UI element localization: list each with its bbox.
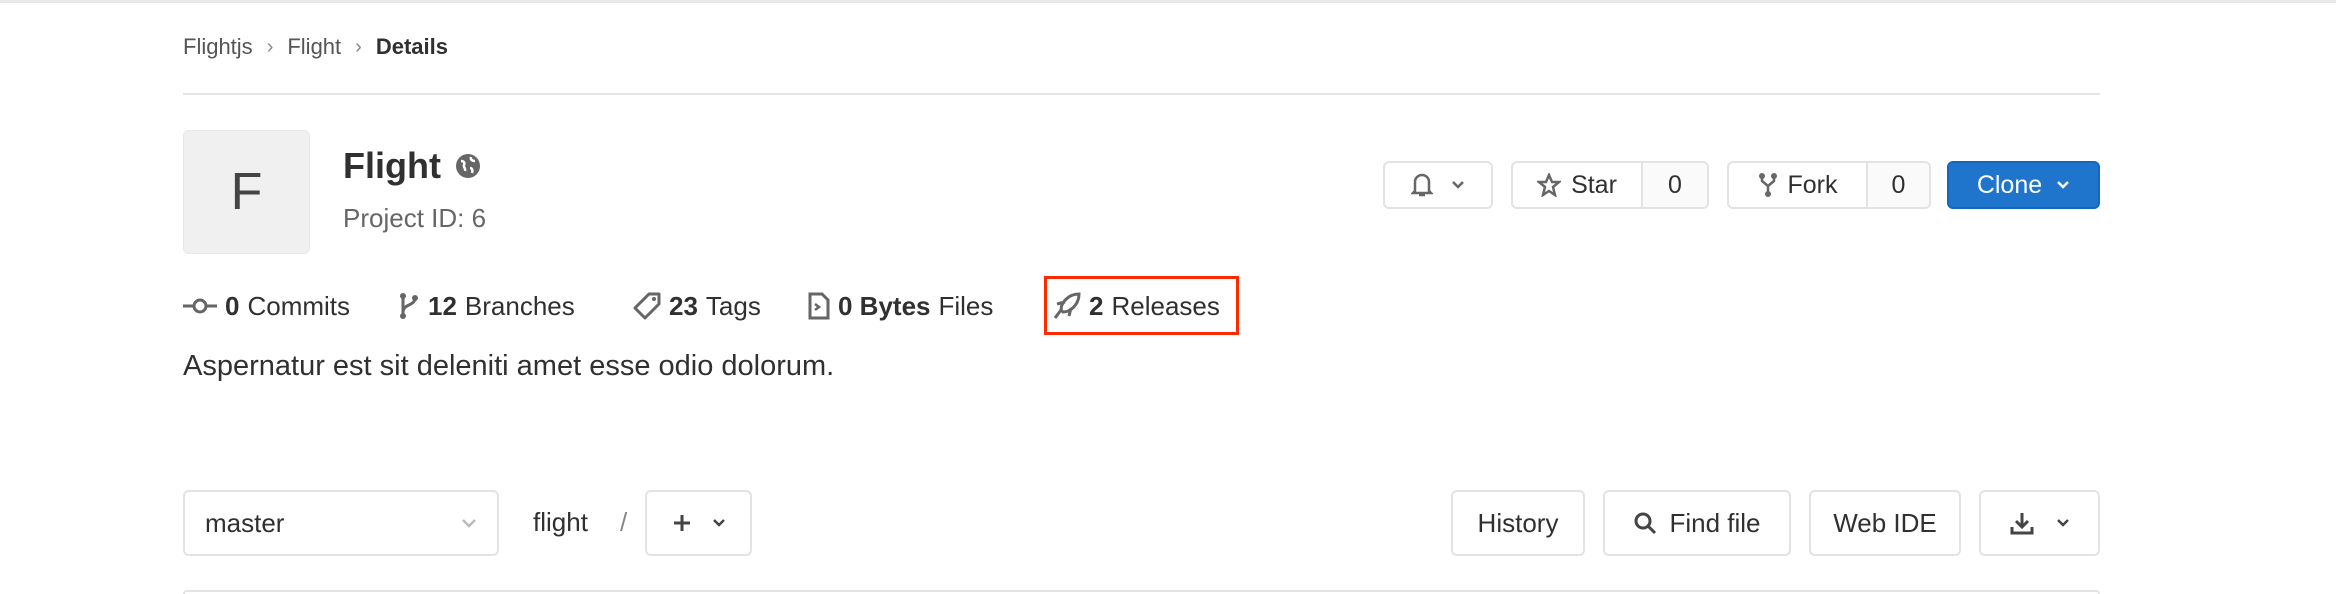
breadcrumb: Flightjs › Flight › Details — [183, 34, 448, 60]
chevron-right-icon: › — [266, 35, 274, 58]
web-ide-button[interactable]: Web IDE — [1809, 490, 1961, 556]
star-label: Star — [1571, 170, 1617, 199]
project-avatar: F — [183, 130, 310, 254]
stat-label: Files — [938, 290, 994, 321]
stat-label: Tags — [705, 290, 761, 321]
stat-label: Commits — [247, 290, 351, 321]
chevron-down-icon — [2056, 518, 2070, 528]
find-file-button[interactable]: Find file — [1603, 490, 1791, 556]
stat-label: Branches — [464, 290, 575, 321]
stat-commits[interactable]: 0 Commits — [183, 291, 350, 322]
chevron-right-icon: › — [355, 35, 362, 58]
breadcrumb-current: Details — [375, 34, 448, 59]
top-border — [0, 0, 2336, 3]
project-description: Aspernatur est sit deleniti amet esse od… — [183, 350, 835, 382]
clone-label: Clone — [1976, 170, 2043, 199]
stat-files[interactable]: 0 Bytes Files — [808, 291, 993, 322]
stat-count: 0 — [225, 290, 240, 321]
history-button[interactable]: History — [1451, 490, 1585, 556]
notifications-dropdown[interactable] — [1383, 161, 1493, 209]
project-name: Flight — [343, 145, 441, 186]
commit-icon — [183, 298, 217, 314]
stat-tags[interactable]: 23 Tags — [633, 291, 761, 322]
chevron-down-icon — [461, 518, 477, 528]
star-count[interactable]: 0 — [1641, 163, 1707, 207]
stat-branches[interactable]: 12 Branches — [398, 291, 575, 322]
fork-label: Fork — [1787, 170, 1838, 199]
stat-count: 0 Bytes — [838, 290, 931, 321]
download-icon — [2010, 511, 2034, 535]
branch-select-value: master — [205, 507, 285, 538]
fork-count[interactable]: 0 — [1866, 163, 1929, 207]
repo-path-root[interactable]: flight — [533, 507, 588, 538]
globe-icon — [455, 153, 481, 179]
chevron-down-icon — [712, 518, 726, 528]
stat-count: 23 — [669, 290, 698, 321]
fork-button[interactable]: Fork 0 — [1727, 161, 1931, 209]
breadcrumb-group[interactable]: Flightjs — [183, 34, 253, 60]
search-icon — [1633, 511, 1657, 535]
chevron-down-icon — [2056, 180, 2070, 190]
project-id: Project ID: 6 — [343, 203, 487, 233]
file-tree-container-edge — [183, 590, 2100, 594]
find-file-label: Find file — [1669, 507, 1761, 538]
bell-icon — [1411, 172, 1433, 198]
clone-dropdown[interactable]: Clone — [1947, 161, 2100, 209]
star-button[interactable]: Star 0 — [1511, 161, 1709, 209]
file-icon — [808, 292, 830, 320]
star-icon — [1537, 173, 1562, 197]
project-title: Flight — [343, 145, 481, 187]
path-separator: / — [620, 507, 628, 537]
highlight-box — [1044, 276, 1239, 335]
fork-icon — [1758, 172, 1778, 198]
download-dropdown[interactable] — [1979, 490, 2100, 556]
stat-count: 12 — [428, 290, 457, 321]
branch-icon — [398, 292, 420, 320]
chevron-down-icon — [1451, 180, 1465, 190]
breadcrumb-project[interactable]: Flight — [287, 34, 341, 60]
add-dropdown[interactable] — [645, 490, 752, 556]
plus-icon — [672, 513, 692, 533]
branch-select[interactable]: master — [183, 490, 499, 556]
divider — [183, 93, 2100, 95]
tag-icon — [633, 292, 661, 320]
